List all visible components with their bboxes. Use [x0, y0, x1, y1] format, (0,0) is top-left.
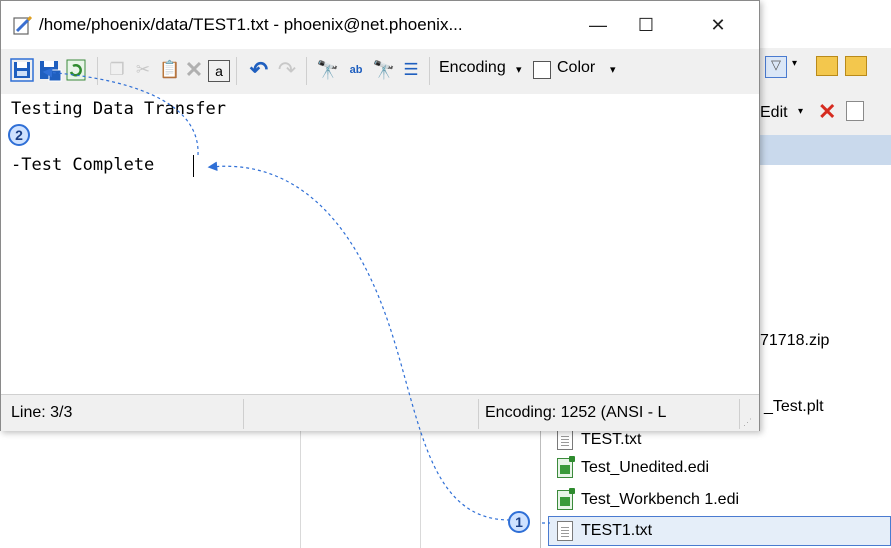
step-callout-2: 2 [8, 124, 30, 146]
arrow-to-save [42, 67, 199, 156]
step-callout-1: 1 [508, 511, 530, 533]
arrow-to-text-end [207, 161, 511, 521]
annotation-arrows [42, 67, 550, 524]
